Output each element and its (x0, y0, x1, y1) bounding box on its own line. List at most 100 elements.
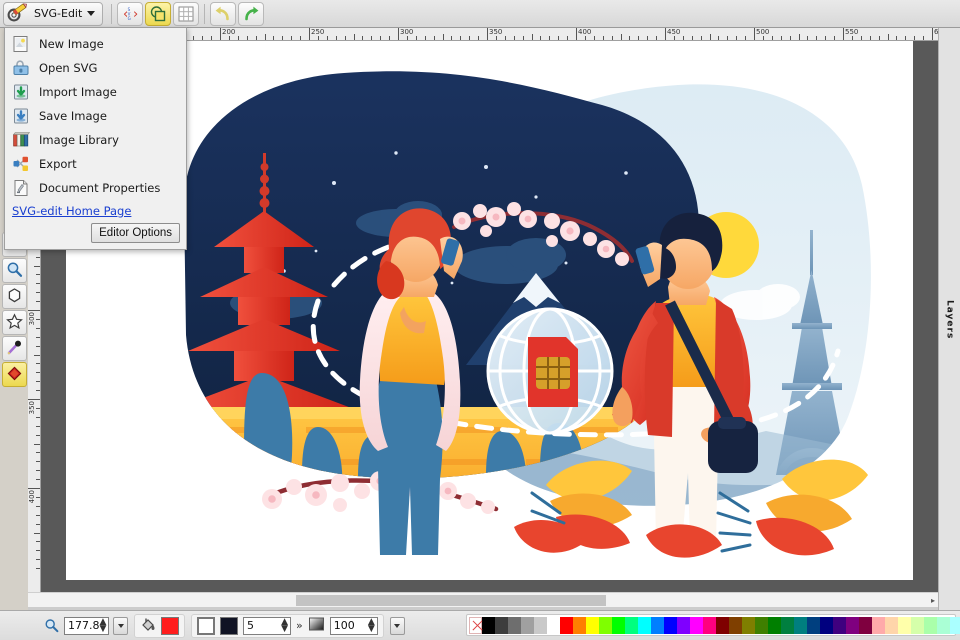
double-chevron-icon[interactable]: » (296, 619, 303, 632)
svg-edit-home-link[interactable]: SVG-edit Home Page (5, 200, 186, 220)
palette-swatch[interactable] (716, 617, 729, 634)
palette-swatch[interactable] (547, 617, 560, 634)
ruler-minor-tick (656, 36, 657, 40)
palette-swatch[interactable] (612, 617, 625, 634)
palette-swatch[interactable] (885, 617, 898, 634)
ruler-minor-tick (36, 390, 40, 391)
redo-button[interactable] (238, 2, 264, 26)
palette-swatch[interactable] (794, 617, 807, 634)
spinner-arrows-icon[interactable]: ▲▼ (100, 619, 107, 633)
main-menu-dropdown[interactable]: New Image Open SVG Import Image (4, 27, 187, 250)
palette-swatch[interactable] (872, 617, 885, 634)
ruler-minor-tick (265, 34, 266, 40)
palette-swatch[interactable] (898, 617, 911, 634)
palette-swatch[interactable] (833, 617, 846, 634)
palette-swatch[interactable] (508, 617, 521, 634)
palette-swatch[interactable] (664, 617, 677, 634)
editor-options-row: Editor Options (5, 220, 186, 243)
spinner-arrows-icon[interactable]: ▲▼ (281, 619, 288, 633)
palette-swatch[interactable] (924, 617, 937, 634)
ruler-minor-tick (36, 319, 40, 320)
palette-swatch[interactable] (846, 617, 859, 634)
palette-swatch[interactable] (950, 617, 960, 634)
palette-swatch[interactable] (768, 617, 781, 634)
menu-item-import-image[interactable]: Import Image (5, 80, 186, 104)
palette-swatch[interactable] (573, 617, 586, 634)
ruler-minor-tick (256, 36, 257, 40)
palette-swatch[interactable] (482, 617, 495, 634)
svg-edit-window: SVG-Edit ‹ › S V G (0, 0, 960, 640)
palette-swatch[interactable] (495, 617, 508, 634)
tool-zoom[interactable] (2, 258, 27, 283)
palette-swatch[interactable] (742, 617, 755, 634)
palette-swatch[interactable] (599, 617, 612, 634)
ruler-minor-tick (443, 34, 444, 40)
horizontal-scroll-thumb[interactable] (296, 595, 606, 606)
ruler-minor-tick (923, 36, 924, 40)
ruler-minor-tick (291, 36, 292, 40)
palette-swatch[interactable] (781, 617, 794, 634)
source-code-button[interactable]: ‹ › S V G (117, 2, 143, 26)
palette-swatch[interactable] (820, 617, 833, 634)
palette-swatch[interactable] (807, 617, 820, 634)
tool-shapelib[interactable] (2, 362, 27, 387)
menu-item-document-properties[interactable]: Document Properties (5, 176, 186, 200)
ruler-label: 400 (28, 490, 36, 503)
opacity-input[interactable]: 100 ▲▼ (330, 617, 378, 635)
ruler-minor-tick (870, 36, 871, 40)
palette-swatch[interactable] (521, 617, 534, 634)
no-color-swatch[interactable] (469, 617, 482, 634)
editor-options-button[interactable]: Editor Options (91, 223, 180, 243)
opacity-dropdown-button[interactable] (390, 617, 405, 635)
stroke-width-input[interactable]: 5 ▲▼ (243, 617, 291, 635)
tool-eyedropper[interactable] (2, 336, 27, 361)
new-image-icon (12, 35, 30, 53)
palette-swatch[interactable] (729, 617, 742, 634)
palette-swatch[interactable] (560, 617, 573, 634)
palette-swatch[interactable] (638, 617, 651, 634)
ruler-minor-tick (282, 36, 283, 40)
snap-grid-button[interactable] (173, 2, 199, 26)
palette-swatch[interactable] (911, 617, 924, 634)
ruler-minor-tick (460, 36, 461, 40)
palette-swatch[interactable] (625, 617, 638, 634)
svg-canvas[interactable] (66, 41, 913, 580)
palette-swatch[interactable] (937, 617, 950, 634)
palette-swatch[interactable] (703, 617, 716, 634)
layers-panel[interactable]: Layers (938, 28, 960, 611)
spinner-arrows-icon[interactable]: ▲▼ (368, 619, 375, 633)
artwork-illustration[interactable] (66, 41, 913, 580)
horizontal-scrollbar[interactable]: ▸ (28, 592, 938, 607)
palette-swatch[interactable] (586, 617, 599, 634)
paint-bucket-icon[interactable] (140, 616, 156, 635)
palette-swatch[interactable] (755, 617, 768, 634)
menu-item-new-image[interactable]: New Image (5, 32, 186, 56)
stroke-style-swatch[interactable] (197, 617, 215, 635)
ruler-minor-tick (914, 36, 915, 40)
palette-swatch[interactable] (677, 617, 690, 634)
tool-star[interactable] (2, 310, 27, 335)
menu-item-save-image[interactable]: Save Image (5, 104, 186, 128)
ruler-minor-tick (36, 417, 40, 418)
zoom-dropdown-button[interactable] (113, 617, 128, 635)
palette-swatch[interactable] (690, 617, 703, 634)
menu-item-open-svg[interactable]: Open SVG (5, 56, 186, 80)
zoom-input[interactable]: 177.8 ▲▼ (64, 617, 109, 635)
ruler-minor-tick (816, 36, 817, 40)
menu-item-image-library[interactable]: Image Library (5, 128, 186, 152)
palette-swatch[interactable] (534, 617, 547, 634)
ruler-minor-tick (434, 36, 435, 40)
wireframe-button[interactable] (145, 2, 171, 26)
main-menu-button[interactable]: SVG-Edit (3, 2, 103, 26)
magnifier-icon (6, 261, 23, 281)
menu-item-export[interactable]: Export (5, 152, 186, 176)
stroke-color-swatch[interactable] (220, 617, 238, 635)
color-palette[interactable] (466, 614, 956, 636)
ruler-major-tick (220, 28, 221, 40)
fill-color-swatch[interactable] (161, 617, 179, 635)
scroll-right-arrow-icon[interactable]: ▸ (931, 596, 935, 605)
palette-swatch[interactable] (651, 617, 664, 634)
palette-swatch[interactable] (859, 617, 872, 634)
tool-polygon[interactable] (2, 284, 27, 309)
undo-button[interactable] (210, 2, 236, 26)
